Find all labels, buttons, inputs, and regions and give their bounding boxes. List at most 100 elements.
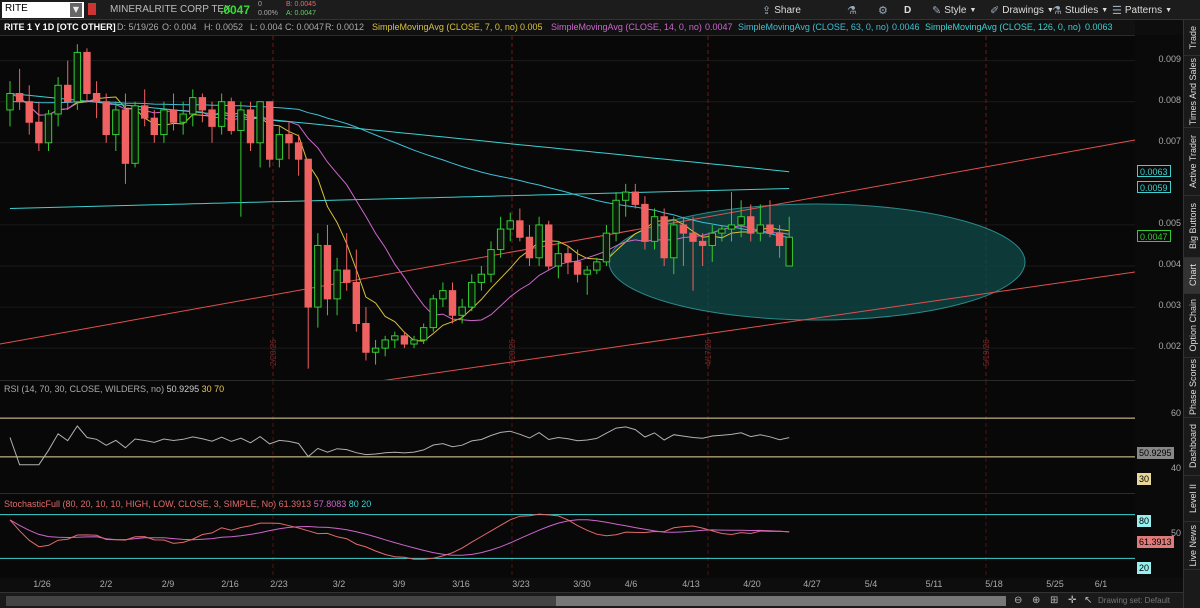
- candle[interactable]: [179, 101, 187, 135]
- candle[interactable]: [323, 224, 332, 316]
- candle[interactable]: [83, 48, 91, 102]
- sidebar-tab-phase-scores[interactable]: Phase Scores: [1184, 358, 1200, 418]
- sma126-label[interactable]: SimpleMovingAvg (CLOSE, 126, 0, no): [925, 22, 1081, 32]
- zoom-out-icon[interactable]: ⊖: [1014, 595, 1022, 606]
- candle[interactable]: [131, 101, 139, 168]
- candle[interactable]: [140, 89, 149, 127]
- sidebar-tab-level-ii[interactable]: Level II: [1184, 476, 1200, 522]
- candle[interactable]: [44, 109, 53, 151]
- rsi-axis[interactable]: 60 40 50.9295 30: [1135, 380, 1183, 493]
- candle[interactable]: [227, 97, 235, 135]
- candle[interactable]: [554, 241, 563, 279]
- candle[interactable]: [535, 216, 543, 266]
- candle[interactable]: [545, 220, 553, 271]
- candle[interactable]: [641, 196, 649, 250]
- candle[interactable]: [631, 183, 639, 209]
- candle[interactable]: [564, 245, 572, 275]
- alert-flag-icon[interactable]: [88, 3, 96, 15]
- period-button[interactable]: D: [900, 2, 915, 18]
- sidebar-tab-chart[interactable]: Chart: [1184, 258, 1200, 294]
- candle[interactable]: [593, 257, 601, 275]
- studies-button[interactable]: ⚗ Studies ▼: [1048, 2, 1112, 18]
- candle[interactable]: [208, 101, 216, 143]
- candle[interactable]: [237, 101, 245, 217]
- scroll-thumb[interactable]: [556, 596, 1006, 606]
- candle[interactable]: [477, 266, 486, 291]
- candle[interactable]: [621, 183, 630, 217]
- candle[interactable]: [25, 85, 33, 135]
- candle[interactable]: [246, 101, 255, 151]
- candle[interactable]: [266, 101, 274, 168]
- sma7-label[interactable]: SimpleMovingAvg (CLOSE, 7, 0, no): [372, 22, 518, 32]
- price-axis[interactable]: 0.009 0.008 0.007 0.005 0.004 0.003 0.002 0.006…: [1135, 35, 1183, 380]
- candle[interactable]: [343, 233, 351, 291]
- candle[interactable]: [121, 93, 130, 184]
- candle[interactable]: [391, 331, 399, 349]
- zoom-in-icon[interactable]: ⊕: [1032, 595, 1040, 606]
- candle[interactable]: [198, 93, 207, 123]
- candle[interactable]: [602, 224, 611, 266]
- share-button[interactable]: ⇪ Share: [758, 2, 805, 18]
- price-panel[interactable]: 2/20/26 3/20/26 4/17/26 5/19/26: [0, 35, 1136, 382]
- candle[interactable]: [102, 93, 110, 143]
- patterns-button[interactable]: ☰ Patterns ▼: [1108, 2, 1176, 18]
- sma14-label[interactable]: SimpleMovingAvg (CLOSE, 14, 0, no): [551, 22, 702, 32]
- candle[interactable]: [487, 241, 495, 283]
- candle[interactable]: [468, 274, 476, 312]
- sidebar-tab-trade[interactable]: Trade: [1184, 20, 1200, 56]
- candle[interactable]: [189, 89, 197, 127]
- candle[interactable]: [381, 335, 389, 357]
- candle[interactable]: [362, 307, 370, 361]
- candle[interactable]: [35, 101, 43, 151]
- sidebar-tab-dashboard[interactable]: Dashboard: [1184, 418, 1200, 476]
- chart-scrollbar[interactable]: ⊖ ⊕ ⊞ ✛ ↖ Drawing set: Default: [0, 592, 1183, 608]
- drawing-set-label[interactable]: Drawing set: Default: [1098, 596, 1170, 605]
- candle[interactable]: [54, 77, 62, 127]
- sidebar-tab-option-chain[interactable]: Option Chain: [1184, 294, 1200, 358]
- candle[interactable]: [525, 224, 534, 266]
- candle[interactable]: [506, 212, 514, 242]
- candle[interactable]: [6, 81, 14, 127]
- candle[interactable]: [169, 93, 178, 131]
- sidebar-tab-live-news[interactable]: Live News: [1184, 522, 1200, 570]
- candle[interactable]: [112, 101, 120, 151]
- candle[interactable]: [73, 44, 82, 110]
- sidebar-tab-active-trader[interactable]: Active Trader: [1184, 128, 1200, 196]
- stochastic-panel[interactable]: StochasticFull (80, 20, 10, 10, HIGH, LO…: [0, 493, 1135, 579]
- stoch-label[interactable]: StochasticFull (80, 20, 10, 10, HIGH, LO…: [4, 499, 276, 509]
- candle[interactable]: [352, 249, 361, 332]
- style-button[interactable]: ✎ Style ▼: [928, 2, 980, 18]
- candle[interactable]: [217, 93, 226, 135]
- crosshair-icon[interactable]: ✛: [1068, 595, 1076, 606]
- rsi-line[interactable]: [9, 425, 790, 466]
- candle[interactable]: [583, 266, 591, 295]
- rsi-chart[interactable]: [0, 381, 1135, 494]
- date-axis[interactable]: 1/26 2/2 2/9 2/16 2/23 3/2 3/9 3/16 3/23 3/30 4/6 4…: [0, 578, 1135, 592]
- stoch-k-line[interactable]: [9, 513, 790, 560]
- candle[interactable]: [256, 101, 264, 168]
- candle[interactable]: [496, 216, 505, 258]
- rsi-label[interactable]: RSI (14, 70, 30, CLOSE, WILDERS, no): [4, 384, 164, 394]
- candle[interactable]: [304, 158, 312, 369]
- candle[interactable]: [15, 68, 24, 110]
- sma63-label[interactable]: SimpleMovingAvg (CLOSE, 63, 0, no): [738, 22, 889, 32]
- lab-button[interactable]: ⚗: [843, 2, 861, 18]
- candle[interactable]: [448, 282, 457, 324]
- candle[interactable]: [660, 208, 668, 267]
- stoch-d-line[interactable]: [9, 519, 790, 556]
- cursor-icon[interactable]: ↖: [1084, 595, 1092, 606]
- sma252-line[interactable]: [9, 188, 790, 209]
- rsi-panel[interactable]: RSI (14, 70, 30, CLOSE, WILDERS, no) 50.…: [0, 380, 1135, 494]
- candle[interactable]: [516, 208, 524, 242]
- candle[interactable]: [92, 81, 101, 119]
- sidebar-tab-big-buttons[interactable]: Big Buttons: [1184, 196, 1200, 258]
- candle[interactable]: [275, 126, 284, 168]
- settings-button[interactable]: ⚙: [874, 2, 892, 18]
- candle[interactable]: [160, 101, 168, 143]
- candle[interactable]: [410, 335, 418, 349]
- price-chart[interactable]: 2/20/26 3/20/26 4/17/26 5/19/26: [0, 36, 1136, 382]
- candle[interactable]: [439, 282, 447, 308]
- candle[interactable]: [429, 294, 437, 332]
- sidebar-tab-times-and-sales[interactable]: Times And Sales: [1184, 56, 1200, 128]
- candle[interactable]: [285, 122, 293, 160]
